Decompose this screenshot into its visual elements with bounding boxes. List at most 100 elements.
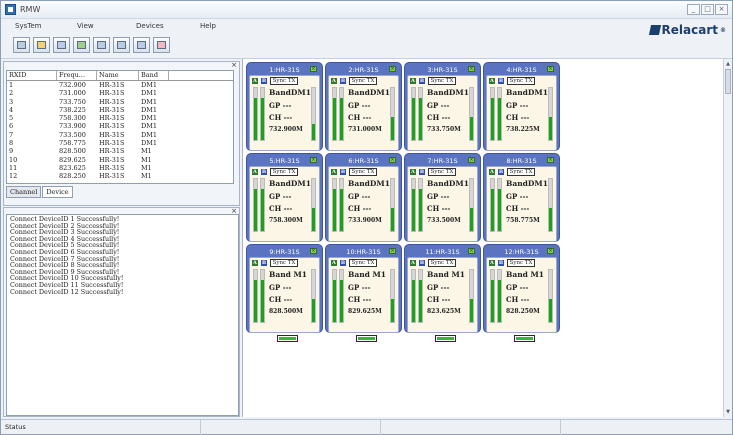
header-band[interactable]: Band <box>139 71 169 80</box>
close-button[interactable]: × <box>715 4 728 15</box>
network-icon <box>77 41 86 49</box>
table-row[interactable]: 2 731.000 HR-31S DM1 <box>7 89 233 97</box>
rf-b-level-meter <box>260 269 265 323</box>
sync-tx-button[interactable]: Sync TX <box>428 168 456 176</box>
card-close-icon[interactable]: × <box>389 157 396 163</box>
table-row[interactable]: 11 823.625 HR-31S M1 <box>7 164 233 172</box>
maximize-button[interactable]: □ <box>701 4 714 15</box>
sync-tx-button[interactable]: Sync TX <box>349 168 377 176</box>
sync-tx-button[interactable]: Sync TX <box>270 77 298 85</box>
card-close-icon[interactable]: × <box>468 248 475 254</box>
card-close-icon[interactable]: × <box>547 248 554 254</box>
card-close-icon[interactable]: × <box>547 157 554 163</box>
device-card[interactable]: 3:HR-31S × A B Sync TX BandDM1 GP --- CH --- 733… <box>404 62 481 160</box>
toolbar-monitor-button[interactable] <box>13 37 30 53</box>
header-frequency[interactable]: Frequ... <box>57 71 97 80</box>
table-row[interactable]: 9 828.500 HR-31S M1 <box>7 147 233 155</box>
card-close-icon[interactable]: × <box>468 157 475 163</box>
toolbar-display-button[interactable] <box>33 37 50 53</box>
device-card[interactable]: 10:HR-31S × A B Sync TX Band M1 GP --- CH --- 82… <box>325 244 402 342</box>
table-row[interactable]: 12 828.250 HR-31S M1 <box>7 172 233 180</box>
table-row[interactable]: 3 733.750 HR-31S DM1 <box>7 98 233 106</box>
toolbar-network-button[interactable] <box>73 37 90 53</box>
sync-tx-button[interactable]: Sync TX <box>507 259 535 267</box>
cell-name: HR-31S <box>99 155 125 164</box>
card-close-icon[interactable]: × <box>547 66 554 72</box>
card-close-icon[interactable]: × <box>468 66 475 72</box>
device-card[interactable]: 2:HR-31S × A B Sync TX BandDM1 GP --- CH --- 731… <box>325 62 402 160</box>
scroll-down-icon[interactable]: ▼ <box>725 409 731 415</box>
sync-tx-button[interactable]: Sync TX <box>428 77 456 85</box>
cell-frequency: 738.225 <box>59 105 86 114</box>
tab-device[interactable]: Device <box>42 186 73 198</box>
pane-tabs: Channel Device <box>6 186 73 198</box>
menu-devices[interactable]: Devices <box>136 19 200 33</box>
device-card[interactable]: 8:HR-31S × A B Sync TX BandDM1 GP --- CH --- 758… <box>483 153 560 251</box>
menu-view[interactable]: View <box>77 19 136 33</box>
toolbar-channel-button[interactable] <box>93 37 110 53</box>
card-close-icon[interactable]: × <box>310 248 317 254</box>
cell-frequency: 828.500 <box>59 147 86 156</box>
card-close-icon[interactable]: × <box>389 66 396 72</box>
band-label: Band M1 <box>269 270 308 279</box>
device-card[interactable]: 6:HR-31S × A B Sync TX BandDM1 GP --- CH --- 733… <box>325 153 402 251</box>
toolbar-chart-button[interactable] <box>53 37 70 53</box>
toolbar-band-button[interactable] <box>113 37 130 53</box>
rf-a-level-fill <box>333 280 336 322</box>
table-row[interactable]: 8 758.775 HR-31S DM1 <box>7 139 233 147</box>
device-card[interactable]: 12:HR-31S × A B Sync TX Band M1 GP --- CH --- 82… <box>483 244 560 342</box>
table-row[interactable]: 10 829.625 HR-31S M1 <box>7 156 233 164</box>
audio-level-fill <box>312 124 315 140</box>
sync-tx-button[interactable]: Sync TX <box>270 168 298 176</box>
sync-tx-button[interactable]: Sync TX <box>349 77 377 85</box>
card-close-icon[interactable]: × <box>310 157 317 163</box>
frequency-label: 733.900M <box>348 217 382 224</box>
frequency-label: 829.625M <box>348 308 382 315</box>
audio-level-fill <box>549 298 552 322</box>
sync-tx-button[interactable]: Sync TX <box>507 77 535 85</box>
device-card[interactable]: 1:HR-31S × A B Sync TX BandDM1 GP --- CH --- 732… <box>246 62 323 160</box>
toolbar-device-button[interactable] <box>133 37 150 53</box>
sync-tx-button[interactable]: Sync TX <box>349 259 377 267</box>
device-card[interactable]: 7:HR-31S × A B Sync TX BandDM1 GP --- CH --- 733… <box>404 153 481 251</box>
cell-frequency: 733.900 <box>59 122 86 131</box>
card-close-icon[interactable]: × <box>389 248 396 254</box>
sync-tx-button[interactable]: Sync TX <box>428 259 456 267</box>
device-card[interactable]: 9:HR-31S × A B Sync TX Band M1 GP --- CH --- 828… <box>246 244 323 342</box>
tab-channel[interactable]: Channel <box>6 186 42 198</box>
device-card[interactable]: 5:HR-31S × A B Sync TX BandDM1 GP --- CH --- 758… <box>246 153 323 251</box>
toolbar-help-button[interactable] <box>153 37 170 53</box>
device-card[interactable]: 11:HR-31S × A B Sync TX Band M1 GP --- CH --- 82… <box>404 244 481 342</box>
header-name[interactable]: Name <box>97 71 139 80</box>
scroll-thumb[interactable] <box>725 69 731 94</box>
card-body: A B Sync TX Band M1 GP --- CH --- 829.625M <box>328 257 399 342</box>
pane-close-icon[interactable]: × <box>231 61 237 69</box>
card-body: A B Sync TX Band M1 GP --- CH --- 828.250M <box>486 257 557 342</box>
menu-system[interactable]: SysTem <box>15 19 77 33</box>
frequency-label: 733.750M <box>427 126 461 133</box>
card-title: 8:HR-31S <box>506 156 537 165</box>
cell-band: DM1 <box>141 114 158 123</box>
header-rxid[interactable]: RXID <box>7 71 57 80</box>
antenna-a-icon: A <box>410 169 416 175</box>
table-row[interactable]: 6 733.900 HR-31S DM1 <box>7 122 233 130</box>
antenna-a-icon: A <box>331 260 337 266</box>
device-card[interactable]: 4:HR-31S × A B Sync TX BandDM1 GP --- CH --- 738… <box>483 62 560 160</box>
scroll-up-icon[interactable]: ▲ <box>725 61 731 67</box>
rf-a-level-meter <box>332 87 337 141</box>
rf-b-level-fill <box>419 98 422 140</box>
brand-mark-icon <box>648 25 661 35</box>
audio-level-meter <box>469 178 474 232</box>
table-row[interactable]: 1 732.900 HR-31S DM1 <box>7 81 233 89</box>
menu-help[interactable]: Help <box>200 19 240 33</box>
card-close-icon[interactable]: × <box>310 66 317 72</box>
table-row[interactable]: 7 733.500 HR-31S DM1 <box>7 131 233 139</box>
card-header: 2:HR-31S × <box>328 65 399 74</box>
vertical-scrollbar[interactable]: ▲ ▼ <box>723 59 732 417</box>
rf-a-level-fill <box>254 189 257 231</box>
table-row[interactable]: 4 738.225 HR-31S DM1 <box>7 106 233 114</box>
table-row[interactable]: 5 758.300 HR-31S DM1 <box>7 114 233 122</box>
sync-tx-button[interactable]: Sync TX <box>270 259 298 267</box>
minimize-button[interactable]: _ <box>687 4 700 15</box>
sync-tx-button[interactable]: Sync TX <box>507 168 535 176</box>
